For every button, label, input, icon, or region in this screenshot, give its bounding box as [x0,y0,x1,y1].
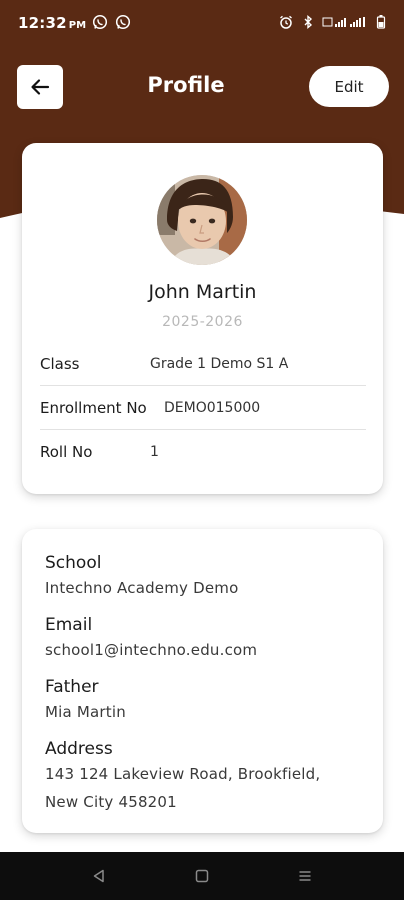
alarm-icon [278,14,294,30]
row-value: Grade 1 Demo S1 A [150,355,289,372]
detail-value: 143 124 Lakeview Road, Brookfield, [45,765,321,783]
row-label: Class [40,354,80,373]
avatar [157,175,247,265]
detail-label: School [45,553,102,573]
edit-button[interactable]: Edit [309,66,389,107]
detail-value: Mia Martin [45,703,126,721]
detail-value: school1@intechno.edu.com [45,641,258,659]
row-label: Roll No [40,443,93,461]
academic-year: 2025-2026 [162,314,243,330]
row-value: 1 [150,444,159,460]
detail-value: Intechno Academy Demo [45,579,239,597]
status-time: 12:32 PM [18,13,87,32]
whatsapp-icon [115,14,131,30]
details-card: School Intechno Academy Demo Email schoo… [22,529,383,833]
navigation-bar [0,852,404,900]
home-nav-icon[interactable] [192,866,212,886]
detail-value: New City 458201 [45,793,177,811]
detail-school: School Intechno Academy Demo [45,552,365,600]
detail-father: Father Mia Martin [45,676,365,724]
row-label: Enrollment No [40,398,147,417]
recents-nav-icon[interactable] [295,866,315,886]
detail-label: Email [45,615,93,635]
info-row-class: Class Grade 1 Demo S1 A [40,342,366,386]
bluetooth-icon [300,14,316,30]
status-bar: 12:32 PM [0,0,404,44]
detail-label: Father [45,677,99,697]
info-row-enrollment: Enrollment No DEMO015000 [40,386,366,430]
profile-card: John Martin 2025-2026 Class Grade 1 Demo… [22,143,383,494]
student-name: John Martin [148,281,257,303]
detail-address: Address 143 124 Lakeview Road, Brookfiel… [45,738,365,814]
battery-icon [376,14,386,30]
back-nav-icon[interactable] [89,866,109,886]
detail-label: Address [45,739,113,759]
profile-screen: 12:32 PM Profile Edit John Martin 2025-2… [0,0,404,900]
detail-email: Email school1@intechno.edu.com [45,614,365,662]
row-value: DEMO015000 [164,399,261,416]
signal-icon [322,14,370,30]
whatsapp-icon [92,14,108,30]
info-row-roll: Roll No 1 [40,430,366,474]
